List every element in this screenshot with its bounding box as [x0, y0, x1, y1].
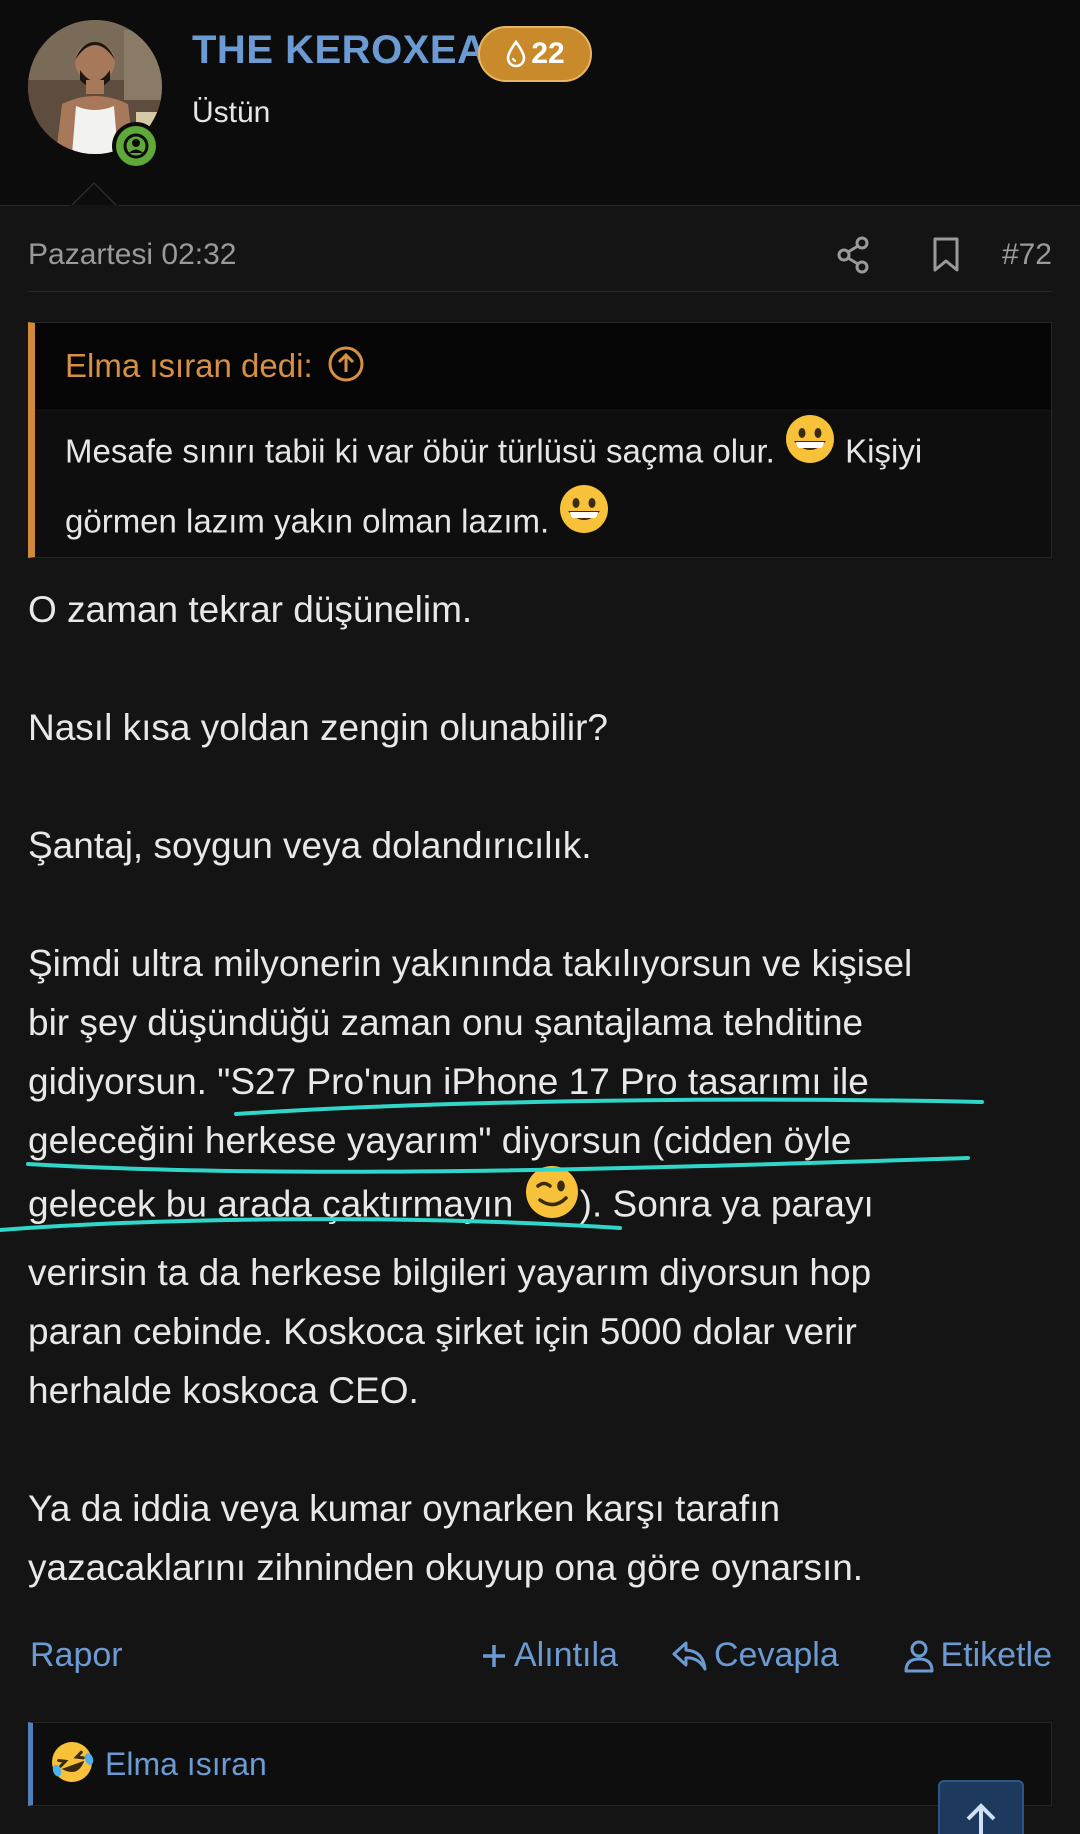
arrow-up-icon — [966, 1803, 996, 1834]
tag-label: Etiketle — [940, 1636, 1053, 1674]
body-line: verirsin ta da herkese bilgileri yayarım… — [28, 1252, 872, 1293]
user-icon — [904, 1640, 933, 1672]
grinning-face-icon — [784, 413, 836, 483]
body-line: bir şey düşündüğü zaman onu şantajlama t… — [28, 1002, 864, 1043]
grinning-face-icon — [558, 483, 610, 553]
body-paragraph: Şantaj, soygun veya dolandırıcılık. — [28, 825, 592, 866]
drop-icon — [507, 40, 526, 68]
quote-text-1: Mesafe sınırı tabii ki var öbür türlüsü … — [65, 432, 775, 470]
report-link[interactable]: Rapor — [30, 1636, 123, 1675]
body-line: diyorsun (cidden öyle — [491, 1120, 852, 1161]
post-body: O zaman tekrar düşünelim. Nasıl kısa yol… — [28, 580, 1058, 1597]
highlighted-text: gelecek bu arada çaktırmayın — [28, 1183, 524, 1225]
body-paragraph: Nasıl kısa yoldan zengin olunabilir? — [28, 707, 609, 748]
user-title: Üstün — [192, 96, 271, 129]
post-number[interactable]: #72 — [1002, 238, 1052, 272]
body-line: gidiyorsun. — [28, 1061, 218, 1102]
avatar[interactable] — [28, 20, 162, 170]
tag-user-button[interactable]: Etiketle — [903, 1636, 1053, 1675]
quote-header: Elma ısıran dedi: — [35, 323, 1051, 409]
reaction-score: 22 — [531, 37, 565, 70]
quote-text: Mesafe sınırı tabii ki var öbür türlüsü … — [35, 409, 1051, 559]
reply-icon — [672, 1641, 707, 1670]
highlighted-text: "S27 Pro'nun iPhone 17 Pro tasarımı ile — [217, 1061, 869, 1102]
highlighted-text: geleceğini herkese yayarım" — [28, 1120, 492, 1161]
post-actions: Rapor Alıntıla Cevapla Etiketle — [28, 1630, 1052, 1680]
body-line: Şimdi ultra milyonerin yakınında takılıy… — [28, 943, 913, 984]
post-date[interactable]: Pazartesi 02:32 — [28, 238, 236, 272]
arrow-up-circle-icon[interactable] — [327, 345, 365, 388]
body-line: Ya da iddia veya kumar oynarken karşı ta… — [28, 1488, 781, 1529]
quote-text-3: görmen lazım yakın olman lazım. — [65, 502, 550, 540]
quote-text-2: Kişiyi — [845, 432, 923, 470]
body-paragraph: Ya da iddia veya kumar oynarken karşı ta… — [28, 1479, 1058, 1597]
post-meta: Pazartesi 02:32 #72 — [28, 222, 1052, 292]
online-status-icon — [112, 122, 160, 170]
reaction-score-badge[interactable]: 22 — [478, 26, 592, 82]
user-header: THE KEROXEA 22 Üstün — [0, 0, 1080, 206]
body-line: yazacaklarını zihninden okuyup ona göre … — [28, 1547, 864, 1588]
body-paragraph: Şimdi ultra milyonerin yakınında takılıy… — [28, 934, 1058, 1420]
winking-face-icon — [524, 1164, 580, 1237]
quote-author-link[interactable]: Elma ısıran dedi: — [65, 347, 313, 385]
username-link[interactable]: THE KEROXEA — [192, 28, 486, 73]
body-line: herhalde koskoca CEO. — [28, 1370, 419, 1411]
plus-icon — [483, 1644, 505, 1667]
body-line: paran cebinde. Koskoca şirket için 5000 … — [28, 1311, 857, 1352]
scroll-top-button[interactable] — [938, 1780, 1024, 1834]
quote-block: Elma ısıran dedi: Mesafe sınırı tabii ki… — [28, 322, 1052, 558]
share-icon[interactable] — [836, 236, 870, 279]
reactions-bar[interactable]: Elma ısıran — [28, 1722, 1052, 1806]
reactor-link[interactable]: Elma ısıran — [105, 1746, 267, 1783]
body-paragraph: O zaman tekrar düşünelim. — [28, 589, 473, 630]
quote-button[interactable]: Alıntıla — [480, 1636, 618, 1675]
reply-label: Cevapla — [714, 1636, 839, 1674]
body-line: ). Sonra ya parayı — [579, 1183, 874, 1225]
laughing-tears-icon — [49, 1739, 95, 1790]
bookmark-icon[interactable] — [932, 236, 960, 279]
quote-label: Alıntıla — [514, 1636, 618, 1674]
reply-button[interactable]: Cevapla — [670, 1636, 839, 1675]
header-pointer — [70, 182, 118, 207]
